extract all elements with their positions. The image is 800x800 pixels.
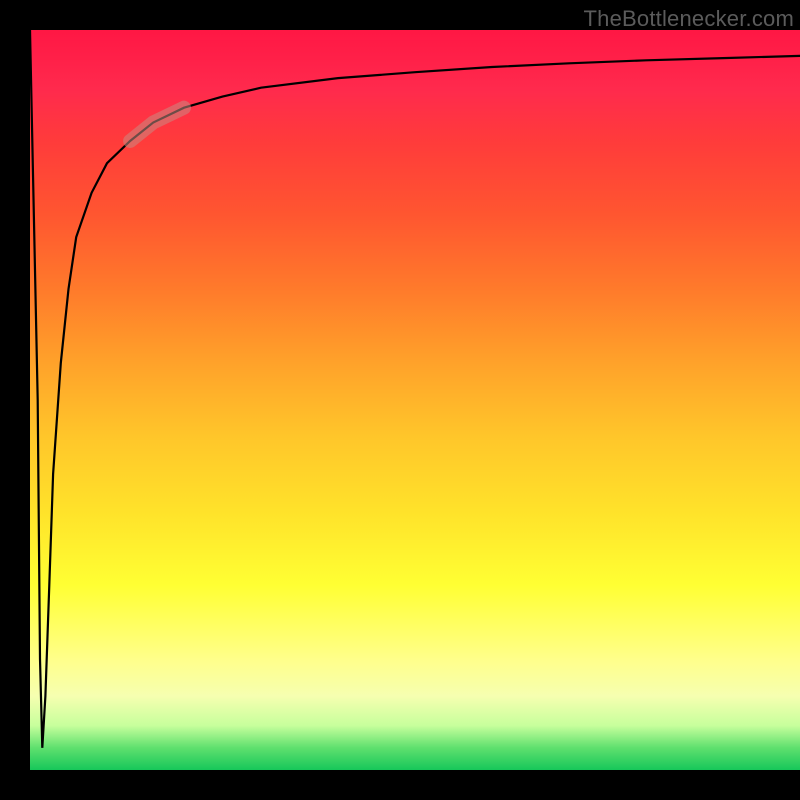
bottleneck-curve [30,30,800,748]
plot-area [30,30,800,770]
watermark-text: TheBottlenecker.com [584,6,794,32]
curve-marker [130,108,184,141]
chart-root: TheBottlenecker.com [0,0,800,800]
curve-layer [30,30,800,770]
